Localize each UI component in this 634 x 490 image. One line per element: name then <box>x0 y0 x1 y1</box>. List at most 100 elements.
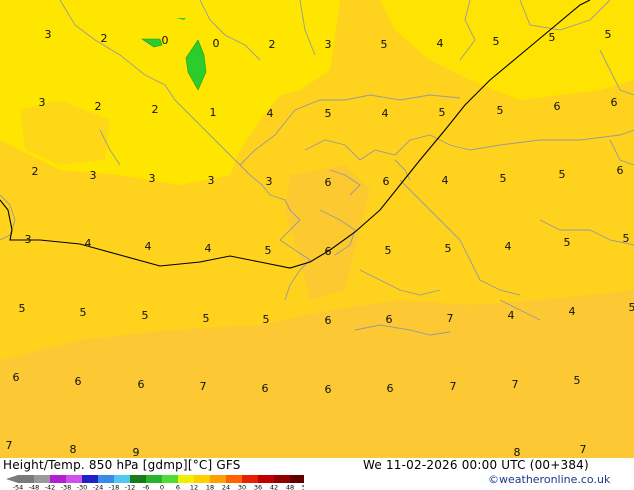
temperature-value: 7 <box>580 443 587 456</box>
temperature-value: 5 <box>629 301 634 314</box>
temperature-value: 5 <box>80 306 87 319</box>
legend-swatch <box>130 475 146 483</box>
weather-map: 3 2 0 0 2 3 5 4 5 5 5 3 2 2 1 4 5 4 5 5 6 6 2 3 3 3 3 6 6 4 5 5 6 3 4 4 4 5 6 5… <box>0 0 634 458</box>
legend-swatch <box>18 475 34 483</box>
legend-swatch <box>66 475 82 483</box>
temperature-value: 5 <box>381 38 388 51</box>
legend-swatch <box>50 475 66 483</box>
temperature-value: 4 <box>508 309 515 322</box>
temperature-value: 5 <box>497 104 504 117</box>
temperature-value: 5 <box>439 106 446 119</box>
map-canvas: 3 2 0 0 2 3 5 4 5 5 5 3 2 2 1 4 5 4 5 5 6 6 2 3 3 3 3 6 6 4 5 5 6 3 4 4 4 5 6 5… <box>0 0 634 458</box>
legend-swatch <box>258 475 274 483</box>
temperature-value: 4 <box>505 240 512 253</box>
temperature-value: 7 <box>512 378 519 391</box>
temperature-value: 6 <box>325 383 332 396</box>
temperature-value: 5 <box>559 168 566 181</box>
temperature-value: 5 <box>325 107 332 120</box>
temperature-value: 6 <box>386 313 393 326</box>
temperature-value: 7 <box>6 439 13 452</box>
temperature-value: 6 <box>554 100 561 113</box>
temperature-value: 4 <box>85 237 92 250</box>
temperature-value: 9 <box>133 446 140 458</box>
legend-tick-label: -54 <box>13 484 24 490</box>
temperature-value: 4 <box>267 107 274 120</box>
legend-tick-label: 12 <box>190 484 198 490</box>
legend-swatch <box>98 475 114 483</box>
temperature-value: 6 <box>262 382 269 395</box>
temperature-value: 8 <box>514 446 521 458</box>
temperature-value: 7 <box>447 312 454 325</box>
legend-tick-label: -6 <box>143 484 149 490</box>
temperature-value: 3 <box>208 174 215 187</box>
temperature-value: 4 <box>382 107 389 120</box>
temperature-value: 6 <box>383 175 390 188</box>
temperature-value: 5 <box>142 309 149 322</box>
legend-tick-label: -24 <box>93 484 104 490</box>
temperature-value: 6 <box>138 378 145 391</box>
temperature-value: 6 <box>75 375 82 388</box>
temperature-value: 3 <box>149 172 156 185</box>
temperature-value: 7 <box>200 380 207 393</box>
temperature-value: 6 <box>325 245 332 258</box>
legend-tick-label: -12 <box>125 484 136 490</box>
legend-swatch <box>290 475 304 483</box>
credit-link[interactable]: ©weatheronline.co.uk <box>488 473 610 486</box>
temperature-value: 5 <box>605 28 612 41</box>
temperature-value: 8 <box>70 443 77 456</box>
temperature-value: 5 <box>445 242 452 255</box>
temperature-value: 7 <box>450 380 457 393</box>
temperature-value: 2 <box>152 103 159 116</box>
legend-tick-label: 30 <box>238 484 246 490</box>
temperature-value: 2 <box>101 32 108 45</box>
legend-ticks: -54 -48 -42 -38 -30 -24 -18 -12 -6 0 6 12 18 24 30 36 42… <box>13 484 304 490</box>
temperature-value: 6 <box>611 96 618 109</box>
temperature-value: 4 <box>205 242 212 255</box>
legend-tick-label: 36 <box>254 484 262 490</box>
temperature-value: 2 <box>269 38 276 51</box>
temperature-value: 6 <box>617 164 624 177</box>
temperature-value: 3 <box>45 28 52 41</box>
temperature-value: 5 <box>574 374 581 387</box>
temperature-value: 5 <box>500 172 507 185</box>
color-legend: -54 -48 -42 -38 -30 -24 -18 -12 -6 0 6 12 18 24 30 36 42… <box>6 475 304 490</box>
temperature-value: 6 <box>387 382 394 395</box>
temperature-value: 5 <box>493 35 500 48</box>
legend-tick-label: -48 <box>29 484 40 490</box>
temperature-value: 3 <box>266 175 273 188</box>
temperature-value: 3 <box>325 38 332 51</box>
legend-tick-label: 48 <box>286 484 294 490</box>
temperature-value: 5 <box>623 232 630 245</box>
legend-swatch <box>82 475 98 483</box>
legend-tick-label: -18 <box>109 484 120 490</box>
legend-swatch <box>34 475 50 483</box>
legend-tick-label: 24 <box>222 484 230 490</box>
temperature-value: 4 <box>442 174 449 187</box>
legend-tick-label: -42 <box>45 484 56 490</box>
temperature-value: 5 <box>203 312 210 325</box>
legend-tick-label: 54 <box>302 484 304 490</box>
legend-arrow-left <box>6 475 18 483</box>
temperature-value: 4 <box>437 37 444 50</box>
valid-time: We 11-02-2026 00:00 UTC (00+384) <box>363 458 589 472</box>
legend-swatch <box>178 475 194 483</box>
temperature-value: 5 <box>564 236 571 249</box>
legend-swatch <box>114 475 130 483</box>
legend-tick-label: 18 <box>206 484 214 490</box>
temperature-value: 3 <box>39 96 46 109</box>
legend-bar <box>6 475 304 483</box>
legend-swatch <box>146 475 162 483</box>
temperature-value: 6 <box>325 176 332 189</box>
temperature-value: 2 <box>32 165 39 178</box>
temperature-value: 5 <box>549 31 556 44</box>
temperature-value: 3 <box>25 233 32 246</box>
temperature-value: 4 <box>569 305 576 318</box>
legend-swatch <box>194 475 210 483</box>
legend-tick-label: 6 <box>176 484 180 490</box>
temperature-value: 5 <box>265 244 272 257</box>
legend-swatch <box>226 475 242 483</box>
temperature-value: 6 <box>325 314 332 327</box>
legend-swatch <box>242 475 258 483</box>
temperature-value: 6 <box>13 371 20 384</box>
legend-swatch <box>274 475 290 483</box>
